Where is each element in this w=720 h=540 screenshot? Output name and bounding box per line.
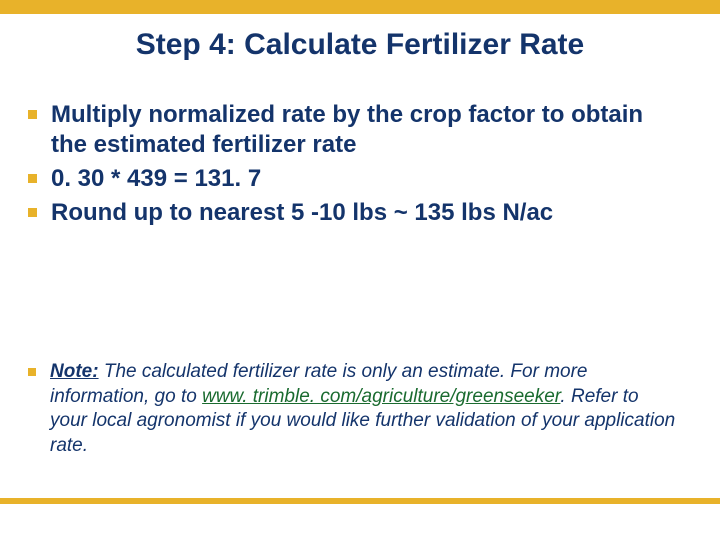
bullet-item: 0. 30 * 439 = 131. 7 [28,164,680,194]
bottom-accent-bar [0,498,720,504]
note-label: Note: [50,361,99,382]
note-link[interactable]: www. trimble. com/agriculture/greenseeke… [202,386,560,407]
bullet-text: 0. 30 * 439 = 131. 7 [51,164,261,194]
bullet-text: Multiply normalized rate by the crop fac… [51,100,680,160]
bullet-text: Round up to nearest 5 -10 lbs ~ 135 lbs … [51,198,553,228]
note-item: Note: The calculated fertilizer rate is … [28,360,680,459]
bullet-item: Round up to nearest 5 -10 lbs ~ 135 lbs … [28,198,680,228]
note-section: Note: The calculated fertilizer rate is … [28,360,680,459]
square-bullet-icon [28,110,37,119]
square-bullet-icon [28,368,36,376]
bullet-item: Multiply normalized rate by the crop fac… [28,100,680,160]
main-bullets: Multiply normalized rate by the crop fac… [28,100,680,232]
square-bullet-icon [28,174,37,183]
note-text: Note: The calculated fertilizer rate is … [50,360,680,459]
page-title: Step 4: Calculate Fertilizer Rate [0,28,720,62]
square-bullet-icon [28,208,37,217]
top-accent-bar [0,0,720,14]
